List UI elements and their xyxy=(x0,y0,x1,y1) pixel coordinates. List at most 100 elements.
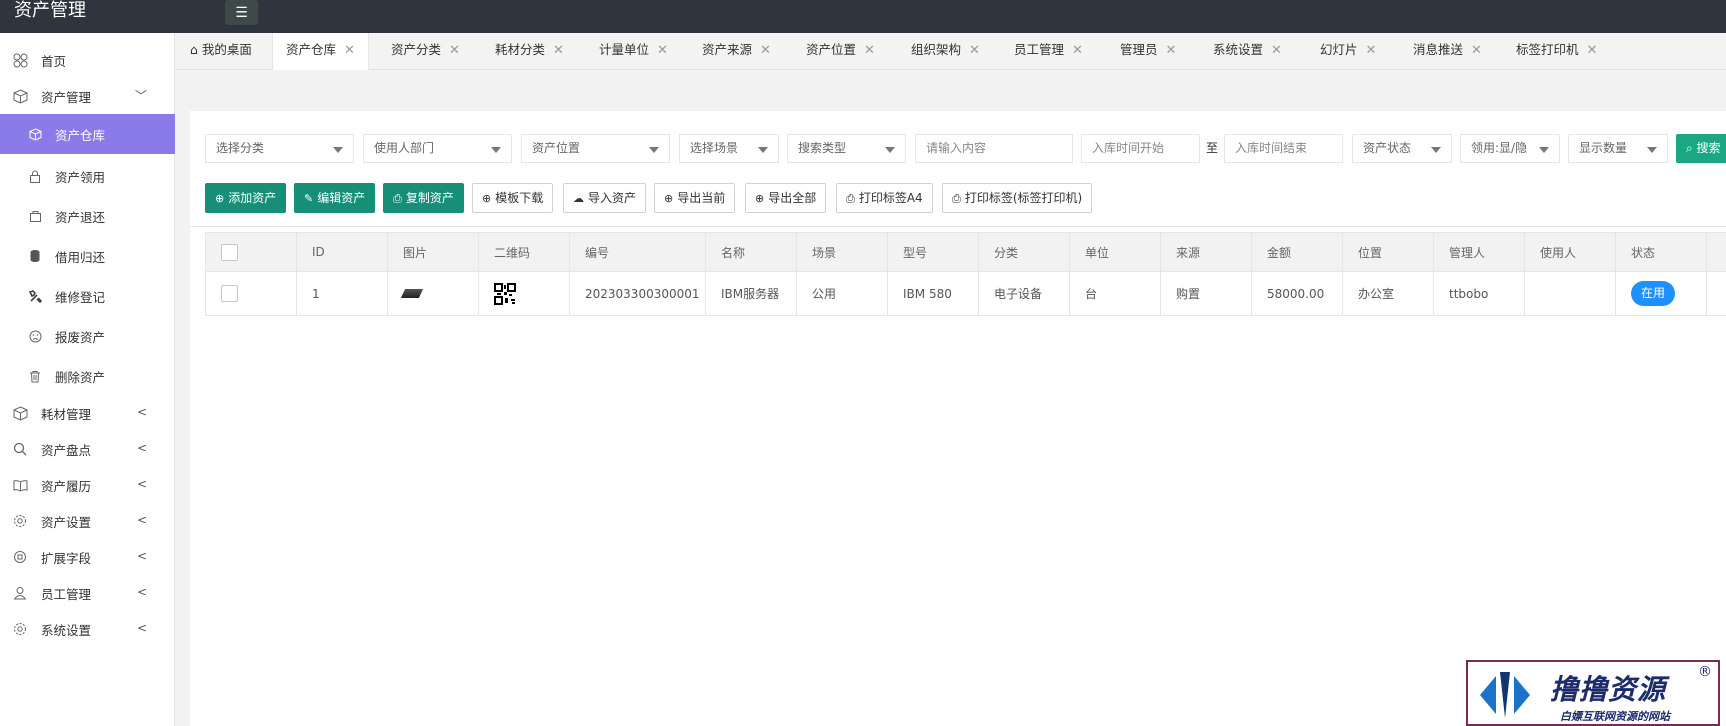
close-icon[interactable]: ✕ xyxy=(864,43,875,58)
close-icon[interactable]: ✕ xyxy=(1587,43,1598,58)
print-label-printer-button[interactable]: ⎙ 打印标签(标签打印机) xyxy=(942,183,1093,213)
sidebar-item-label: 资产领用 xyxy=(55,169,106,185)
tab-label: 消息推送 xyxy=(1413,42,1464,57)
sidebar-item-system-settings[interactable]: 系统设置 < xyxy=(0,611,175,647)
keyword-input[interactable]: 请输入内容 xyxy=(915,134,1073,163)
book-icon xyxy=(12,477,28,493)
status-badge[interactable]: 在用 xyxy=(1631,281,1676,306)
table-row[interactable]: 1 202303300300001 IBM服务器 公用 IBM 580 电子设备… xyxy=(205,272,1726,316)
plus-circle-icon: ⊕ xyxy=(215,192,225,205)
close-icon[interactable]: ✕ xyxy=(969,43,980,58)
add-asset-button[interactable]: ⊕ 添加资产 xyxy=(205,183,287,213)
close-icon[interactable]: ✕ xyxy=(1166,43,1177,58)
column-header[interactable]: ID xyxy=(296,233,387,271)
tab-asset-warehouse[interactable]: 资产仓库 ✕ xyxy=(272,33,369,71)
sidebar-item-repair[interactable]: 维修登记 xyxy=(0,276,175,316)
close-icon[interactable]: ✕ xyxy=(553,43,564,58)
sidebar-item-history[interactable]: 资产履历 < xyxy=(0,467,175,503)
show-count-select[interactable]: 显示数量 xyxy=(1568,134,1668,163)
scene-select[interactable]: 选择场景 xyxy=(679,134,779,163)
column-header[interactable]: 管理人 xyxy=(1433,233,1524,271)
search-type-select[interactable]: 搜索类型 xyxy=(787,134,906,163)
column-header[interactable]: 使用人 xyxy=(1524,233,1615,271)
close-icon[interactable]: ✕ xyxy=(449,43,460,58)
date-start-input[interactable]: 入库时间开始 xyxy=(1081,134,1200,163)
column-header[interactable]: 金额 xyxy=(1251,233,1342,271)
column-header[interactable]: 分类 xyxy=(978,233,1069,271)
tab-label-printer[interactable]: 标签打印机 ✕ xyxy=(1516,33,1597,70)
sidebar-item-scrap[interactable]: 报废资产 xyxy=(0,316,175,356)
template-download-button[interactable]: ⊕ 模板下载 xyxy=(472,183,554,213)
watermark-logo: 撸撸资源 ® 白嫖互联网资源的网站 xyxy=(1466,660,1720,726)
sidebar-item-asset-return[interactable]: 资产退还 xyxy=(0,196,175,236)
tab-org[interactable]: 组织架构 ✕ xyxy=(911,33,980,70)
cube-icon xyxy=(27,126,43,142)
export-current-button[interactable]: ⊕ 导出当前 xyxy=(654,183,736,213)
tab-consumable-category[interactable]: 耗材分类 ✕ xyxy=(495,33,564,70)
close-icon[interactable]: ✕ xyxy=(1271,43,1282,58)
asset-thumbnail[interactable] xyxy=(400,289,424,298)
column-header[interactable]: 图片 xyxy=(387,233,478,271)
sidebar-item-asset-mgmt[interactable]: 资产管理 ﹀ xyxy=(0,78,175,114)
close-icon[interactable]: ✕ xyxy=(344,43,355,58)
tab-asset-source[interactable]: 资产来源 ✕ xyxy=(702,33,771,70)
qr-code-icon[interactable] xyxy=(494,282,516,305)
tab-label: 幻灯片 xyxy=(1320,42,1358,57)
close-icon[interactable]: ✕ xyxy=(657,43,668,58)
tab-units[interactable]: 计量单位 ✕ xyxy=(599,33,668,70)
tab-push[interactable]: 消息推送 ✕ xyxy=(1413,33,1482,70)
select-all-checkbox[interactable] xyxy=(221,243,238,261)
sidebar-item-asset-settings[interactable]: 资产设置 < xyxy=(0,503,175,539)
sidebar-item-borrow-return[interactable]: 借用归还 xyxy=(0,236,175,276)
sidebar-item-consumables[interactable]: 耗材管理 < xyxy=(0,395,175,431)
sidebar-item-asset-warehouse[interactable]: 资产仓库 xyxy=(0,114,175,154)
copy-asset-button[interactable]: ⎙ 复制资产 xyxy=(383,183,464,213)
receive-toggle-select[interactable]: 领用:显/隐 xyxy=(1460,134,1560,163)
column-header[interactable]: 场景 xyxy=(796,233,887,271)
column-header[interactable]: 位置 xyxy=(1342,233,1433,271)
tab-asset-category[interactable]: 资产分类 ✕ xyxy=(391,33,460,70)
column-header[interactable]: 型号 xyxy=(887,233,978,271)
import-asset-button[interactable]: ☁ 导入资产 xyxy=(563,183,647,213)
row-select-cell xyxy=(205,272,296,315)
category-select[interactable]: 选择分类 xyxy=(205,134,354,163)
row-checkbox[interactable] xyxy=(221,285,238,302)
edit-asset-button[interactable]: ✎ 编辑资产 xyxy=(294,183,376,213)
print-label-a4-button[interactable]: ⎙ 打印标签A4 xyxy=(836,183,933,213)
date-end-input[interactable]: 入库时间结束 xyxy=(1224,134,1343,163)
department-select[interactable]: 使用人部门 xyxy=(363,134,512,163)
export-all-button[interactable]: ⊕ 导出全部 xyxy=(745,183,827,213)
column-header[interactable]: 二维码 xyxy=(478,233,569,271)
column-header[interactable]: 单位 xyxy=(1069,233,1160,271)
tab-label: 组织架构 xyxy=(911,42,962,57)
column-header[interactable]: 名称 xyxy=(705,233,796,271)
close-icon[interactable]: ✕ xyxy=(1072,43,1083,58)
search-button[interactable]: ⌕ 搜索 xyxy=(1676,134,1726,163)
tab-asset-location[interactable]: 资产位置 ✕ xyxy=(806,33,875,70)
tab-system-settings[interactable]: 系统设置 ✕ xyxy=(1213,33,1282,70)
close-icon[interactable]: ✕ xyxy=(760,43,771,58)
sidebar-item-home[interactable]: 首页 xyxy=(0,42,175,78)
top-bar: 资产管理 ☰ xyxy=(0,0,1726,33)
tab-desktop[interactable]: ⌂ 我的桌面 xyxy=(190,33,252,70)
sidebar-item-staff[interactable]: 员工管理 < xyxy=(0,575,175,611)
close-icon[interactable]: ✕ xyxy=(1471,43,1482,58)
column-header[interactable]: 状态 xyxy=(1615,233,1706,271)
column-header[interactable]: 编号 xyxy=(569,233,705,271)
column-header[interactable]: 来源 xyxy=(1160,233,1251,271)
menu-toggle-button[interactable]: ☰ xyxy=(225,0,258,25)
cell-image[interactable] xyxy=(387,272,478,315)
sidebar-item-asset-receive[interactable]: 资产领用 xyxy=(0,156,175,196)
sidebar-item-delete[interactable]: 删除资产 xyxy=(0,356,175,396)
close-icon[interactable]: ✕ xyxy=(1366,43,1377,58)
cylinder-icon xyxy=(27,248,43,264)
tab-admin[interactable]: 管理员 ✕ xyxy=(1120,33,1176,70)
sidebar-item-inventory[interactable]: 资产盘点 < xyxy=(0,431,175,467)
status-select[interactable]: 资产状态 xyxy=(1352,134,1452,163)
location-select[interactable]: 资产位置 xyxy=(521,134,670,163)
tab-slides[interactable]: 幻灯片 ✕ xyxy=(1320,33,1376,70)
sidebar-item-ext-fields[interactable]: 扩展字段 < xyxy=(0,539,175,575)
tab-staff[interactable]: 员工管理 ✕ xyxy=(1014,33,1083,70)
sidebar-item-label: 资产盘点 xyxy=(41,442,92,458)
cell-qrcode[interactable] xyxy=(478,272,569,315)
